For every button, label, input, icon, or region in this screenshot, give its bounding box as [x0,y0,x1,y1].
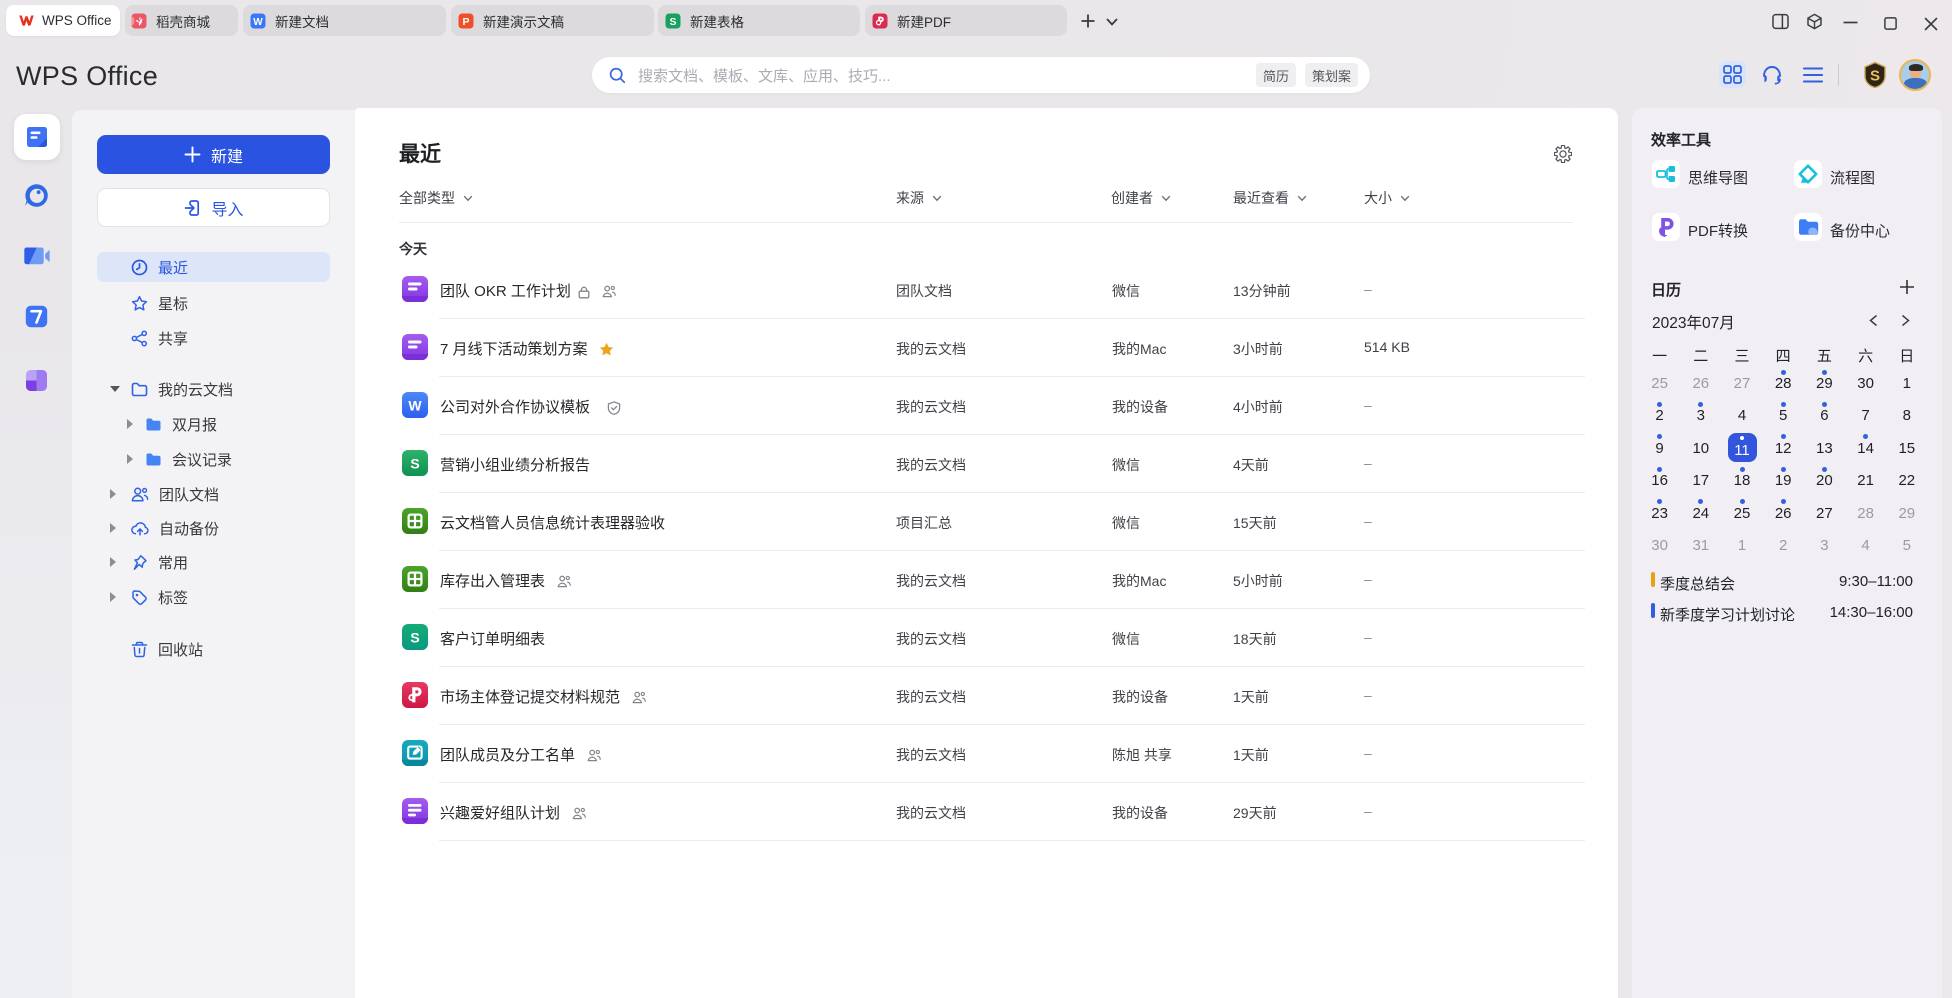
svg-text:S: S [1870,68,1880,85]
svg-text:S: S [410,456,419,472]
svg-text:W: W [253,16,263,27]
svg-text:S: S [669,15,676,27]
svg-text:S: S [410,630,419,646]
svg-text:P: P [462,15,469,27]
svg-text:W: W [408,398,422,414]
